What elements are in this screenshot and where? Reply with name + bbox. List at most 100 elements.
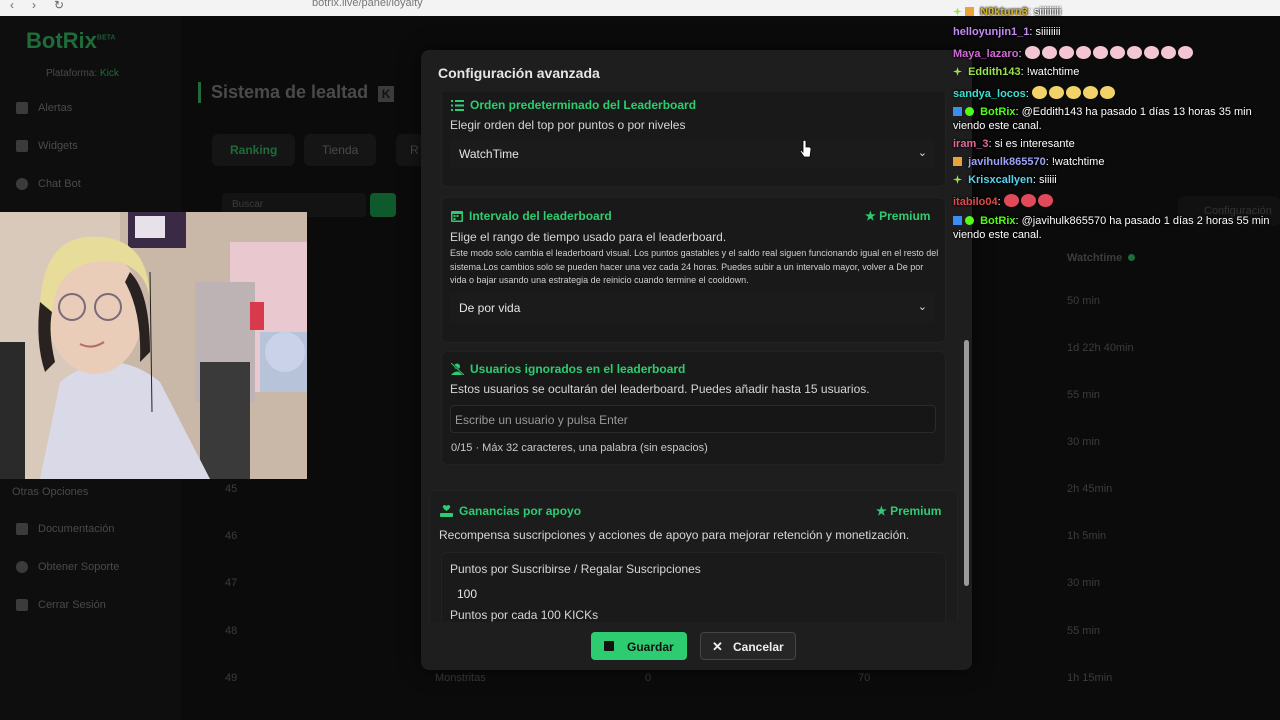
star-emotes [1003,194,1055,208]
watchtime-value: 50 min [1067,295,1101,307]
sidebar-item-soporte[interactable]: Obtener Soporte [16,561,119,573]
ignored-section-title: Usuarios ignorados en el leaderboard [451,362,685,376]
support-section-title: Ganancias por apoyo [440,504,581,518]
watchtime-value: 30 min [1067,577,1101,589]
interval-selected-value: De por vida [459,301,521,315]
sidebar-item-chatbot[interactable]: Chat Bot [16,178,81,190]
logout-icon [16,599,28,611]
sidebar-item-alertas[interactable]: Alertas [16,102,72,114]
premium-badge: ★ Premium [876,504,942,518]
gift-badge-icon [953,157,962,166]
list-icon [451,99,464,111]
kicks-points-label: Puntos por cada 100 KICKs [450,608,599,622]
watchtime-value: 55 min [1067,389,1101,401]
reload-icon[interactable]: ↻ [54,0,64,12]
chat-message: Krisxcallyen: siiiii [953,174,1273,188]
order-select[interactable]: WatchTime ⌄ [450,139,935,169]
watchtime-value: 1h 15min [1067,672,1113,684]
bot-badge-icon [953,107,962,116]
sidebar-item-logout[interactable]: Cerrar Sesión [16,599,106,611]
watchtime-header[interactable]: Watchtime [1067,252,1136,264]
alert-icon [16,102,28,114]
close-icon: ✕ [712,639,723,654]
chevron-down-icon: ⌄ [917,147,927,159]
tab-ranking[interactable]: Ranking [212,134,296,166]
subs-points-input[interactable]: 100 [451,582,933,606]
user-slash-icon [451,363,464,375]
sparkle-badge-icon [953,67,962,76]
ignored-hint: 0/15 · Máx 32 caracteres, una palabra (s… [451,442,708,454]
widgets-icon [16,140,28,152]
support-description: Recompensa suscripciones y acciones de a… [439,528,910,542]
screen: ‹ › ↻ botrix.live/panel/loyalty BotRixBE… [0,0,1280,720]
star-icon: ★ [876,504,887,518]
address-bar[interactable]: botrix.live/panel/loyalty [312,0,423,9]
forward-icon[interactable]: › [32,0,36,12]
interval-section-title: Intervalo del leaderboard [451,209,612,223]
level-value: 70 [858,672,871,684]
points-value: 0 [645,672,652,684]
search-button[interactable] [370,193,396,217]
ignored-description: Estos usuarios se ocultarán del leaderbo… [450,382,870,396]
cake-emotes [1024,46,1195,60]
save-button[interactable]: Guardar [591,632,687,660]
watchtime-value: 30 min [1067,436,1101,448]
chat-message: helloyunjin1_1: siiiiiiii [953,26,1061,38]
chat-message: BotRix: @javihulk865570 ha pasado 1 días… [953,215,1270,241]
chat-message: Eddith143: !watchtime [953,66,1273,80]
chevron-down-icon: ⌄ [917,301,927,313]
watchtime-value: 55 min [1067,625,1101,637]
webcam-feed [0,212,307,479]
order-selected-value: WatchTime [459,147,519,161]
subs-points-label: Puntos por Suscribirse / Regalar Suscrip… [450,562,701,576]
chat-message: javihulk865570: !watchtime [953,156,1273,170]
mouse-cursor-icon [800,140,812,158]
rank-number: 46 [225,530,238,542]
ignored-user-input[interactable]: Escribe un usuario y pulsa Enter [450,405,936,433]
bot-badge-icon [953,216,962,225]
platform-label: Plataforma: Kick [46,68,119,79]
botrix-logo[interactable]: BotRixBETA [26,28,115,54]
sort-indicator-icon [1128,254,1136,261]
cancel-button[interactable]: ✕ Cancelar [700,632,796,660]
chat-message: iram_3: si es interesante [953,138,1075,150]
chat-message: Maya_lazaro: [953,46,1273,62]
save-icon [604,641,614,651]
back-icon[interactable]: ‹ [10,0,14,12]
chatbot-icon [16,178,28,190]
order-description: Elegir orden del top por puntos o por ni… [450,118,686,132]
user-name: Monstritas [435,672,486,684]
modal-body[interactable]: Orden predeterminado del Leaderboard Ele… [421,92,972,622]
modal-title: Configuración avanzada [438,65,600,81]
watchtime-value: 1d 22h 40min [1067,342,1134,354]
moon-emotes [1031,86,1117,100]
chat-message: N0kturn3: siiiiiiiii [953,6,1273,20]
support-icon [16,561,28,573]
advanced-config-modal: Configuración avanzada Orden predetermin… [421,50,972,670]
verified-badge-icon [965,107,974,116]
rank-number: 49 [225,672,238,684]
interval-select[interactable]: De por vida ⌄ [450,293,935,323]
chat-message: BotRix: @Eddith143 ha pasado 1 días 13 h… [953,106,1252,132]
chat-message: sandya_locos: [953,86,1273,102]
chat-message: itabilo04: [953,194,1273,210]
rank-number: 45 [225,483,238,495]
calendar-icon [451,211,463,222]
sidebar-item-documentacion[interactable]: Documentación [16,523,114,535]
interval-details: Este modo solo cambia el leaderboard vis… [450,248,939,285]
webcam-image [0,212,307,479]
rank-number: 48 [225,625,238,637]
premium-badge: ★ Premium [865,209,931,223]
rank-number: 47 [225,577,238,589]
sparkle-badge-icon [953,7,962,16]
order-section-title: Orden predeterminado del Leaderboard [451,98,696,112]
star-icon: ★ [865,209,876,223]
watchtime-value: 1h 5min [1067,530,1107,542]
interval-description: Elige el rango de tiempo usado para el l… [450,230,727,244]
sidebar-item-widgets[interactable]: Widgets [16,140,78,152]
document-icon [16,523,28,535]
tab-tienda[interactable]: Tienda [304,134,377,166]
page-title: Sistema de lealtad K [198,82,395,103]
modal-scrollbar[interactable] [964,340,969,586]
watchtime-value: 2h 45min [1067,483,1113,495]
